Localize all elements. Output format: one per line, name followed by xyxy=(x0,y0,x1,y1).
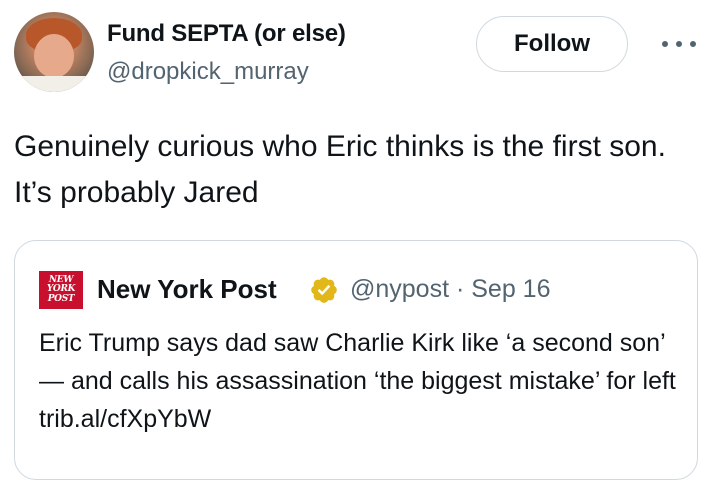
quoted-display-name[interactable]: New York Post xyxy=(97,274,277,305)
avatar-face xyxy=(34,34,74,78)
nypost-logo-line: POST xyxy=(47,293,75,304)
tweet-text: Genuinely curious who Eric thinks is the… xyxy=(14,130,666,209)
nypost-logo-icon[interactable]: NEW YORK POST xyxy=(39,271,83,309)
more-dot xyxy=(662,41,668,47)
verified-badge-icon xyxy=(311,277,337,303)
follow-button[interactable]: Follow xyxy=(476,16,628,72)
author-avatar[interactable] xyxy=(14,12,94,92)
author-handle[interactable]: @dropkick_murray xyxy=(107,58,309,86)
quoted-handle-date[interactable]: @nypost · Sep 16 xyxy=(350,275,551,304)
more-dot xyxy=(690,41,696,47)
author-display-name[interactable]: Fund SEPTA (or else) xyxy=(107,20,346,48)
more-horizontal-icon[interactable] xyxy=(662,34,696,54)
more-dot xyxy=(676,41,682,47)
avatar-shirt xyxy=(14,76,94,92)
quoted-tweet-text: Eric Trump says dad saw Charlie Kirk lik… xyxy=(39,329,676,433)
